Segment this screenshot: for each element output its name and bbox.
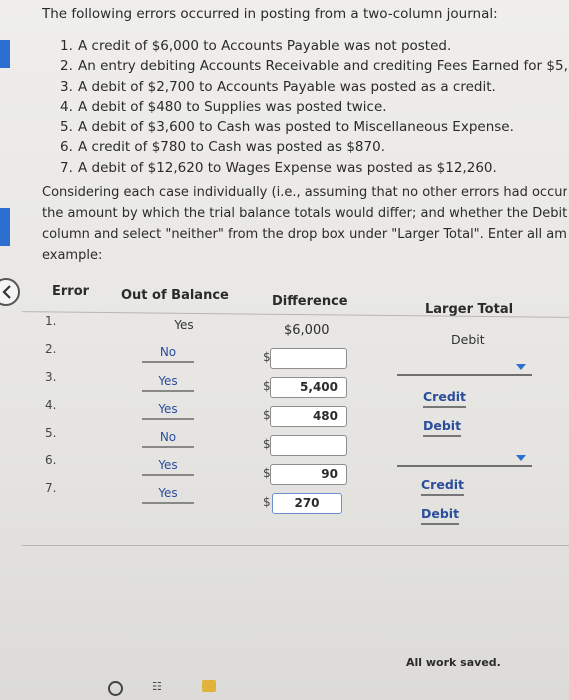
table-bottom-divider — [22, 545, 569, 546]
instructions: Considering each case individually (i.e.… — [42, 185, 567, 263]
left-accent-bar — [0, 208, 10, 246]
error-list: 1. A credit of $6,000 to Accounts Payable… — [60, 38, 569, 180]
left-accent-bar — [0, 40, 10, 68]
back-arrow-icon — [2, 285, 11, 299]
out-of-balance-select[interactable]: No — [142, 345, 194, 363]
out-of-balance-select[interactable]: Yes — [142, 402, 194, 420]
larger-total-select[interactable]: Debit — [421, 506, 460, 525]
error-item: 1. A credit of $6,000 to Accounts Payable… — [60, 38, 452, 54]
larger-total-value: Debit — [451, 332, 485, 347]
out-of-balance-select[interactable]: Yes — [142, 486, 194, 504]
row-number: 1. — [45, 314, 57, 328]
back-button[interactable] — [0, 278, 20, 306]
folder-icon[interactable] — [202, 680, 216, 692]
difference-input[interactable] — [270, 435, 347, 456]
error-item: 4. A debit of $480 to Supplies was posted… — [60, 98, 387, 115]
header-error: Error — [52, 284, 90, 299]
difference-value: $6,000 — [284, 323, 330, 338]
out-of-balance-select[interactable]: No — [142, 430, 194, 448]
larger-total-select[interactable]: Credit — [421, 477, 465, 496]
larger-total-select[interactable]: Debit — [423, 418, 462, 437]
out-of-balance-value: Yes — [174, 318, 194, 332]
difference-input-active[interactable]: 270 — [272, 493, 342, 514]
row-number: 2. — [45, 342, 57, 356]
save-status: All work saved. — [406, 656, 501, 669]
error-item: 6. A credit of $780 to Cash was posted as… — [60, 139, 385, 156]
larger-total-dropdown[interactable] — [397, 364, 532, 376]
dollar-sign: $ — [263, 495, 271, 509]
error-item: 2. An entry debiting Accounts Receivable … — [60, 58, 569, 75]
header-out-of-balance: Out of Balance — [121, 288, 229, 303]
header-difference: Difference — [272, 294, 348, 309]
taskbar: ☷ — [0, 674, 569, 700]
larger-total-select[interactable]: Credit — [423, 389, 467, 408]
larger-total-dropdown[interactable] — [397, 455, 532, 467]
row-number: 7. — [45, 481, 57, 495]
error-item: 7. A debit of $12,620 to Wages Expense wa… — [60, 159, 497, 176]
error-item: 3. A debit of $2,700 to Accounts Payable … — [60, 78, 496, 95]
row-number: 6. — [45, 453, 57, 467]
out-of-balance-select[interactable]: Yes — [142, 458, 194, 476]
difference-input[interactable] — [270, 348, 347, 369]
difference-input[interactable]: 480 — [270, 406, 347, 427]
error-item: 5. A debit of $3,600 to Cash was posted t… — [60, 119, 514, 136]
row-number: 3. — [45, 370, 57, 384]
intro-text: The following errors occurred in posting… — [42, 6, 498, 22]
grid-icon[interactable]: ☷ — [152, 681, 166, 693]
row-number: 5. — [45, 426, 57, 440]
difference-input[interactable]: 5,400 — [270, 377, 347, 398]
row-number: 4. — [45, 398, 57, 412]
screen: The following errors occurred in posting… — [0, 0, 569, 700]
out-of-balance-select[interactable]: Yes — [142, 374, 194, 392]
difference-input[interactable]: 90 — [270, 464, 347, 485]
dropdown-arrow-icon — [516, 455, 526, 461]
circle-icon[interactable] — [108, 681, 123, 696]
dropdown-arrow-icon — [516, 364, 526, 370]
